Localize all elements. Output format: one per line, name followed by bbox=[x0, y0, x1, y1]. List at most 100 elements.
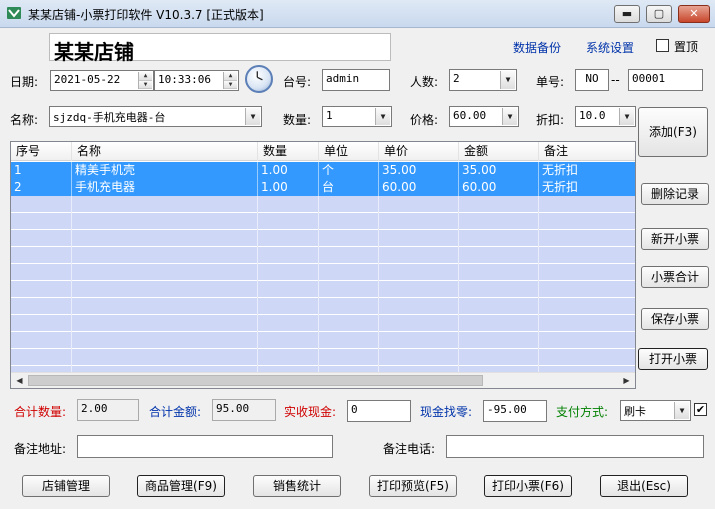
time-picker[interactable]: 10:33:06 ▲ ▼ bbox=[154, 70, 239, 91]
empty-cell bbox=[459, 332, 539, 349]
column-header[interactable]: 序号 bbox=[11, 142, 72, 161]
empty-cell bbox=[539, 213, 635, 230]
column-header[interactable]: 单位 bbox=[319, 142, 379, 161]
pay-method-select[interactable]: 刷卡 ▼ bbox=[620, 400, 691, 421]
price-label: 价格: bbox=[410, 113, 439, 127]
empty-cell bbox=[319, 213, 379, 230]
address-input[interactable] bbox=[77, 435, 333, 458]
save-receipt-button[interactable]: 保存小票 bbox=[641, 308, 709, 330]
horizontal-scrollbar[interactable]: ◀ ▶ bbox=[11, 372, 635, 388]
order-number-field[interactable]: 00001 bbox=[628, 69, 703, 91]
delete-record-button[interactable]: 删除记录 bbox=[641, 183, 709, 205]
table-row[interactable]: 2 手机充电器 1.00 台 60.00 60.00 无折扣 bbox=[11, 179, 635, 196]
empty-cell bbox=[72, 349, 258, 366]
order-prefix-field[interactable]: NO bbox=[575, 69, 609, 91]
settings-link[interactable]: 系统设置 bbox=[586, 39, 634, 56]
pay-checkbox[interactable]: ✔ bbox=[694, 403, 707, 416]
pay-method-value: 刷卡 bbox=[624, 405, 646, 418]
print-receipt-button[interactable]: 打印小票(F6) bbox=[484, 475, 572, 497]
cash-input[interactable]: 0 bbox=[347, 400, 411, 422]
empty-cell bbox=[258, 247, 319, 264]
date-spinner[interactable]: ▲ ▼ bbox=[138, 72, 152, 89]
new-receipt-button[interactable]: 新开小票 bbox=[641, 228, 709, 250]
backup-link[interactable]: 数据备份 bbox=[513, 39, 561, 56]
date-picker[interactable]: 2021-05-22 ▲ ▼ bbox=[50, 70, 154, 91]
chevron-down-icon: ▼ bbox=[245, 108, 260, 125]
empty-cell bbox=[319, 230, 379, 247]
chevron-down-icon: ▼ bbox=[619, 108, 634, 125]
empty-cell bbox=[539, 315, 635, 332]
print-preview-button[interactable]: 打印预览(F5) bbox=[369, 475, 457, 497]
column-header[interactable]: 名称 bbox=[72, 142, 258, 161]
date-value: 2021-05-22 bbox=[54, 73, 121, 86]
shop-management-button[interactable]: 店铺管理 bbox=[22, 475, 110, 497]
maximize-button[interactable]: ▢ bbox=[646, 5, 672, 23]
pin-checkbox[interactable] bbox=[656, 39, 669, 52]
table-cell: 1.00 bbox=[258, 162, 319, 179]
shop-name-field[interactable]: 某某店铺 bbox=[49, 33, 391, 64]
sales-stats-button[interactable]: 销售统计 bbox=[253, 475, 341, 497]
empty-cell bbox=[379, 230, 459, 247]
items-table[interactable]: 序号 名称 数量 单位 单价 金额 备注 1 精美手机壳 1.00 个 35.00 35.… bbox=[10, 141, 636, 389]
empty-cell bbox=[319, 281, 379, 298]
receipt-total-button[interactable]: 小票合计 bbox=[641, 266, 709, 288]
empty-cell bbox=[72, 281, 258, 298]
table-cell: 35.00 bbox=[459, 162, 539, 179]
column-header[interactable]: 金额 bbox=[459, 142, 539, 161]
empty-cell bbox=[459, 315, 539, 332]
table-cell: 精美手机壳 bbox=[72, 162, 258, 179]
cash-label: 实收现金: bbox=[284, 405, 337, 419]
empty-cell bbox=[539, 332, 635, 349]
empty-row bbox=[11, 213, 635, 230]
table-cell: 1 bbox=[11, 162, 72, 179]
empty-cell bbox=[11, 349, 72, 366]
add-button[interactable]: 添加(F3) bbox=[638, 107, 708, 157]
empty-cell bbox=[258, 298, 319, 315]
name-label: 名称: bbox=[10, 113, 39, 127]
empty-cell bbox=[379, 196, 459, 213]
discount-label: 折扣: bbox=[536, 113, 565, 127]
open-receipt-button[interactable]: 打开小票 bbox=[638, 348, 708, 370]
empty-cell bbox=[319, 332, 379, 349]
empty-cell bbox=[72, 213, 258, 230]
empty-row bbox=[11, 196, 635, 213]
empty-cell bbox=[319, 247, 379, 264]
pay-method-label: 支付方式: bbox=[556, 405, 609, 419]
column-header[interactable]: 数量 bbox=[258, 142, 319, 161]
scroll-left-icon[interactable]: ◀ bbox=[12, 374, 27, 387]
minimize-button[interactable]: ▬ bbox=[614, 5, 640, 23]
discount-select[interactable]: 10.0 ▼ bbox=[575, 106, 636, 127]
scroll-right-icon[interactable]: ▶ bbox=[619, 374, 634, 387]
column-header[interactable]: 备注 bbox=[539, 142, 635, 161]
empty-row bbox=[11, 349, 635, 366]
empty-cell bbox=[319, 264, 379, 281]
table-header: 序号 名称 数量 单位 单价 金额 备注 bbox=[11, 142, 635, 161]
total-qty-field: 2.00 bbox=[77, 399, 139, 421]
exit-button[interactable]: 退出(Esc) bbox=[600, 475, 688, 497]
table-cell: 手机充电器 bbox=[72, 179, 258, 196]
table-input[interactable]: admin bbox=[322, 69, 390, 91]
column-header[interactable]: 单价 bbox=[379, 142, 459, 161]
price-value: 60.00 bbox=[453, 109, 487, 122]
empty-row bbox=[11, 298, 635, 315]
qty-select[interactable]: 1 ▼ bbox=[322, 106, 392, 127]
price-select[interactable]: 60.00 ▼ bbox=[449, 106, 519, 127]
phone-label: 备注电话: bbox=[383, 442, 436, 456]
scrollbar-thumb[interactable] bbox=[28, 375, 483, 386]
time-spinner[interactable]: ▲ ▼ bbox=[223, 72, 237, 89]
phone-input[interactable] bbox=[446, 435, 704, 458]
empty-cell bbox=[319, 349, 379, 366]
goods-management-button[interactable]: 商品管理(F9) bbox=[137, 475, 225, 497]
close-button[interactable]: ✕ bbox=[678, 5, 710, 23]
people-select[interactable]: 2 ▼ bbox=[449, 69, 517, 91]
product-select[interactable]: sjzdq-手机充电器-台 ▼ bbox=[49, 106, 262, 127]
empty-cell bbox=[258, 230, 319, 247]
empty-cell bbox=[72, 315, 258, 332]
change-field: -95.00 bbox=[483, 400, 547, 422]
empty-cell bbox=[539, 298, 635, 315]
table-cell: 无折扣 bbox=[539, 162, 635, 179]
table-row[interactable]: 1 精美手机壳 1.00 个 35.00 35.00 无折扣 bbox=[11, 162, 635, 179]
empty-cell bbox=[539, 247, 635, 264]
empty-cell bbox=[459, 264, 539, 281]
order-label: 单号: bbox=[536, 75, 565, 89]
